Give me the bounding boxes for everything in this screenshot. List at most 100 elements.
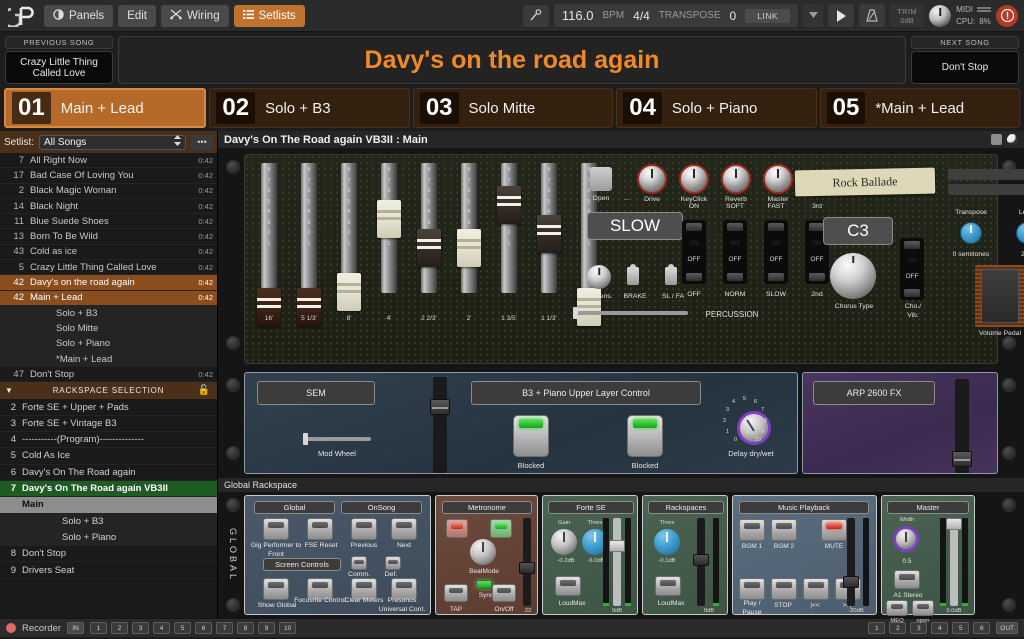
a1-stereo-switch[interactable] bbox=[894, 570, 920, 589]
sem-fader[interactable] bbox=[430, 377, 450, 473]
drawbar-cap[interactable] bbox=[417, 229, 441, 268]
percussion-switch-2[interactable]: ON OFF bbox=[723, 220, 747, 284]
bpm-value[interactable]: 116.0 bbox=[562, 8, 594, 23]
at-sens-slider[interactable] bbox=[573, 307, 688, 319]
input-channel-chip[interactable]: 2 bbox=[111, 622, 129, 634]
loudmax-switch[interactable] bbox=[555, 576, 581, 596]
save-icon[interactable] bbox=[991, 134, 1002, 145]
rackspaces-title[interactable]: Rackspaces bbox=[648, 501, 724, 514]
show-global-switch[interactable] bbox=[263, 578, 289, 600]
sl-fa-toggle[interactable] bbox=[665, 267, 677, 285]
at-sens-knob[interactable] bbox=[587, 265, 611, 289]
metronome-led-green[interactable] bbox=[490, 519, 512, 538]
arp-fader[interactable] bbox=[952, 379, 972, 473]
input-channel-chip[interactable]: 6 bbox=[195, 622, 213, 634]
master-title[interactable]: Master bbox=[887, 501, 969, 514]
drawbar-3[interactable]: 8 7 6 5 4 3 2 1 8' bbox=[337, 163, 361, 322]
fse-reset-switch[interactable] bbox=[307, 518, 333, 540]
metronome-fader[interactable] bbox=[519, 518, 535, 606]
arp-fader-handle[interactable] bbox=[952, 451, 972, 467]
input-channel-chip[interactable]: 3 bbox=[132, 622, 150, 634]
rackspace-row[interactable]: 7 Davy's On The Road again VB3II bbox=[0, 480, 217, 498]
master-fader-handle[interactable] bbox=[946, 518, 962, 530]
stop-switch[interactable] bbox=[771, 578, 797, 600]
master-fader[interactable] bbox=[946, 518, 962, 606]
width-knob[interactable] bbox=[893, 526, 919, 552]
tap-switch[interactable] bbox=[444, 584, 468, 602]
rackspace-row[interactable]: Main bbox=[0, 497, 217, 514]
global-sub-title[interactable]: Global bbox=[254, 501, 335, 514]
percussion-switch-3[interactable]: ON OFF bbox=[764, 220, 788, 284]
song-part-tab-02[interactable]: 02 Solo + B3 bbox=[209, 88, 410, 128]
setlist-options-button[interactable]: ••• bbox=[191, 134, 213, 150]
output-channel-chip[interactable]: 5 bbox=[952, 622, 970, 634]
sem-fader-handle[interactable] bbox=[430, 399, 450, 415]
drawbar-cap[interactable] bbox=[377, 200, 401, 239]
forte-fader-handle[interactable] bbox=[609, 540, 625, 552]
rackspace-row[interactable]: 9 Drivers Seat bbox=[0, 562, 217, 579]
song-row[interactable]: 5 Crazy Little Thing Called Love 0:42 bbox=[0, 260, 217, 276]
screen-controls-title[interactable]: Screen Controls bbox=[263, 558, 341, 571]
playback-fader[interactable] bbox=[843, 518, 859, 606]
song-part-row[interactable]: 42 Main + Lead 0:42 bbox=[0, 290, 217, 306]
input-channel-chip[interactable]: 1 bbox=[90, 622, 108, 634]
metronome-title[interactable]: Metronome bbox=[442, 501, 532, 514]
master-knob[interactable] bbox=[763, 164, 793, 194]
rs-fader[interactable] bbox=[693, 518, 709, 606]
keyclick-knob[interactable] bbox=[679, 164, 709, 194]
arp-title[interactable]: ARP 2600 FX bbox=[813, 381, 935, 405]
rackspace-row[interactable]: 2 Forte SE + Upper + Pads bbox=[0, 399, 217, 416]
panels-button[interactable]: Panels bbox=[44, 4, 114, 27]
sem-title[interactable]: SEM bbox=[257, 381, 375, 405]
drawbar-cap[interactable] bbox=[457, 229, 481, 268]
chorus-vibrato-switch[interactable]: ON OFF bbox=[900, 238, 924, 300]
chorus-type-knob[interactable] bbox=[830, 253, 876, 299]
meq-switch[interactable] bbox=[886, 600, 908, 616]
playback-fader-handle[interactable] bbox=[843, 576, 859, 588]
preset-display[interactable]: C3 bbox=[823, 217, 893, 245]
song-part-row[interactable]: *Main + Lead bbox=[0, 351, 217, 368]
rackspace-row[interactable]: 5 Cold As Ice bbox=[0, 448, 217, 465]
transport-dropdown-button[interactable] bbox=[803, 4, 824, 27]
reverb-knob[interactable] bbox=[721, 164, 751, 194]
song-part-tab-03[interactable]: 03 Solo Mitte bbox=[412, 88, 614, 128]
input-channel-chip[interactable]: 9 bbox=[258, 622, 276, 634]
gain-knob[interactable] bbox=[551, 529, 577, 555]
onsong-title[interactable]: OnSong bbox=[341, 501, 422, 514]
metronome-button[interactable] bbox=[859, 4, 886, 27]
percussion-switch-1[interactable]: ON OFF bbox=[682, 220, 706, 284]
rs-fader-handle[interactable] bbox=[693, 554, 709, 566]
prev-track-switch[interactable] bbox=[803, 578, 829, 600]
song-part-tab-04[interactable]: 04 Solo + Piano bbox=[616, 88, 817, 128]
comm-switch[interactable] bbox=[351, 556, 367, 570]
music-playback-title[interactable]: Music Playback bbox=[739, 501, 869, 514]
input-chip[interactable]: IN bbox=[67, 622, 85, 634]
song-row[interactable]: 11 Blue Suede Shoes 0:42 bbox=[0, 214, 217, 230]
previous-switch[interactable] bbox=[351, 518, 377, 540]
play-button[interactable] bbox=[828, 4, 855, 27]
rackspace-row[interactable]: Solo + Piano bbox=[0, 529, 217, 547]
previous-song-button[interactable]: Crazy Little Thing Called Love bbox=[5, 51, 113, 84]
trim-display[interactable]: TRIM 0dB bbox=[890, 4, 925, 27]
setlist-select[interactable]: All Songs bbox=[39, 134, 186, 150]
edit-button[interactable]: Edit bbox=[118, 4, 156, 27]
song-row[interactable]: 17 Bad Case Of Loving You 0:42 bbox=[0, 168, 217, 184]
blocked-button-1[interactable] bbox=[513, 415, 549, 457]
rackspace-row[interactable]: 8 Don't Stop bbox=[0, 546, 217, 563]
metronome-fader-handle[interactable] bbox=[519, 562, 535, 574]
drawbar-2[interactable]: 87654321 5 1/3' bbox=[297, 163, 321, 326]
play-pause-switch[interactable] bbox=[739, 578, 765, 600]
gig-performer-to-front-switch[interactable] bbox=[263, 518, 289, 540]
mod-wheel-slider[interactable] bbox=[303, 433, 371, 445]
drawbar-cap[interactable] bbox=[337, 273, 361, 312]
input-channel-chip[interactable]: 4 bbox=[153, 622, 171, 634]
record-icon[interactable] bbox=[6, 623, 16, 633]
drive-knob[interactable] bbox=[637, 164, 667, 194]
time-signature-value[interactable]: 4/4 bbox=[633, 9, 650, 23]
beatmode-knob[interactable] bbox=[470, 539, 496, 565]
rackspace-row[interactable]: 4 -----------(Program)-------------- bbox=[0, 432, 217, 449]
tuner-button[interactable] bbox=[522, 4, 549, 27]
rs-loudmax-switch[interactable] bbox=[655, 576, 681, 596]
link-button[interactable]: LINK bbox=[745, 8, 791, 23]
leslie-open-switch[interactable] bbox=[590, 167, 612, 191]
